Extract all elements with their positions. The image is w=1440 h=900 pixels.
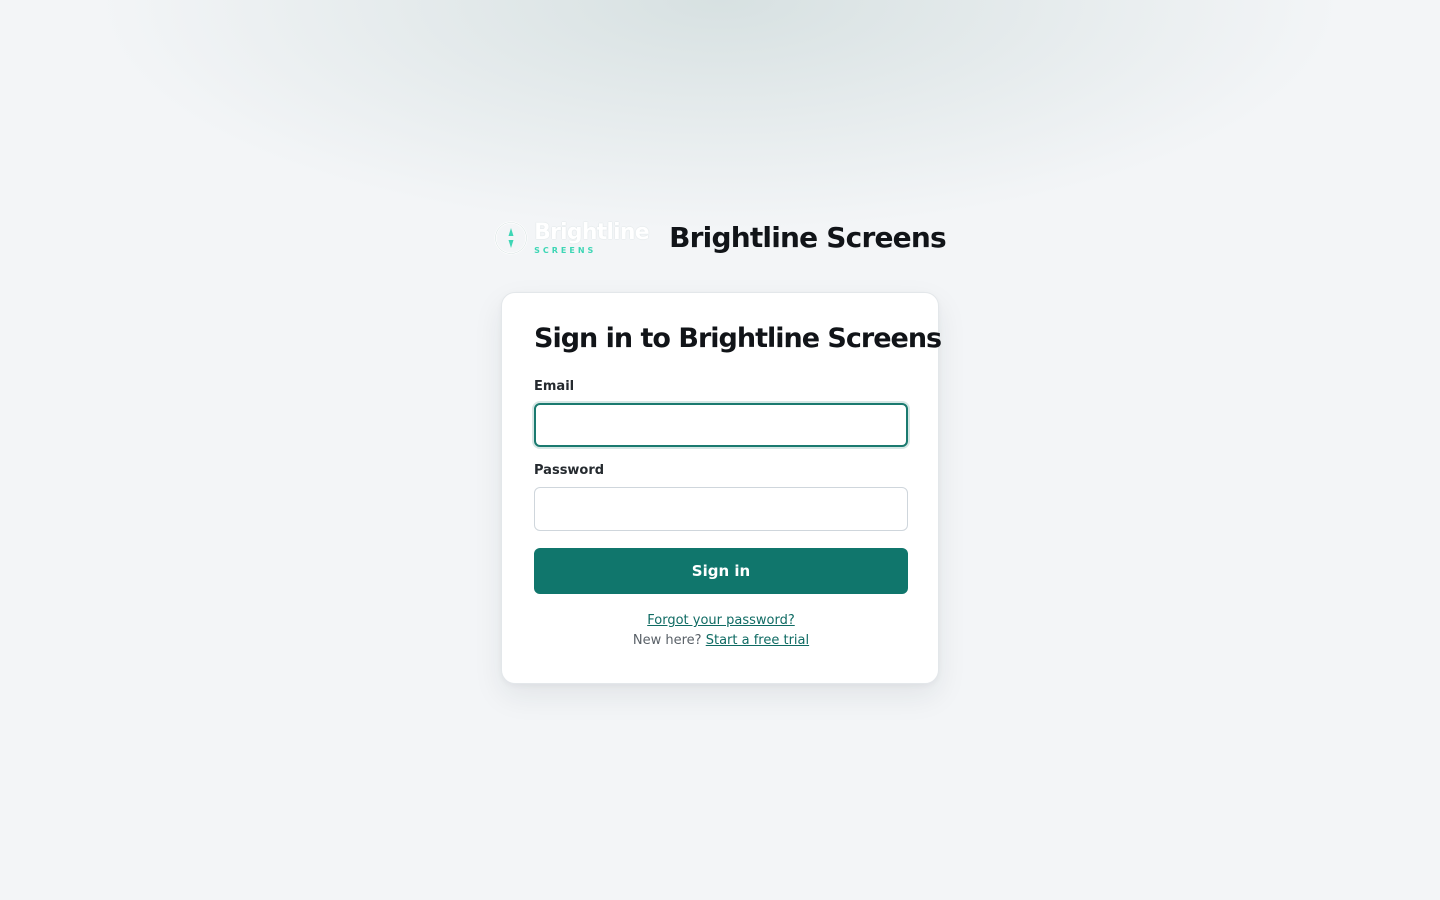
compass-icon — [494, 221, 528, 255]
free-trial-link[interactable]: Start a free trial — [706, 633, 809, 648]
brand-name: Brightline Screens — [669, 220, 947, 254]
new-here-text: New here? — [632, 633, 702, 648]
password-label: Password — [534, 463, 605, 478]
page-title: Sign in to Brightline Screens — [534, 323, 942, 354]
brand-logo: Brightline SCREENS — [494, 218, 656, 258]
forgot-password-row: Forgot your password? — [534, 613, 908, 628]
logo-subtitle: SCREENS — [534, 245, 597, 255]
password-field[interactable] — [534, 487, 908, 531]
brand-header: Brightline SCREENS Brightline Screens — [0, 218, 1440, 258]
signup-row: New here? Start a free trial — [534, 633, 908, 648]
logo-wordmark: Brightline — [534, 219, 650, 245]
email-field[interactable] — [534, 403, 908, 447]
sign-in-card: Sign in to Brightline Screens Email Pass… — [501, 292, 942, 684]
sign-in-button[interactable]: Sign in — [534, 548, 908, 594]
forgot-password-link[interactable]: Forgot your password? — [647, 613, 795, 628]
email-label: Email — [534, 379, 575, 394]
